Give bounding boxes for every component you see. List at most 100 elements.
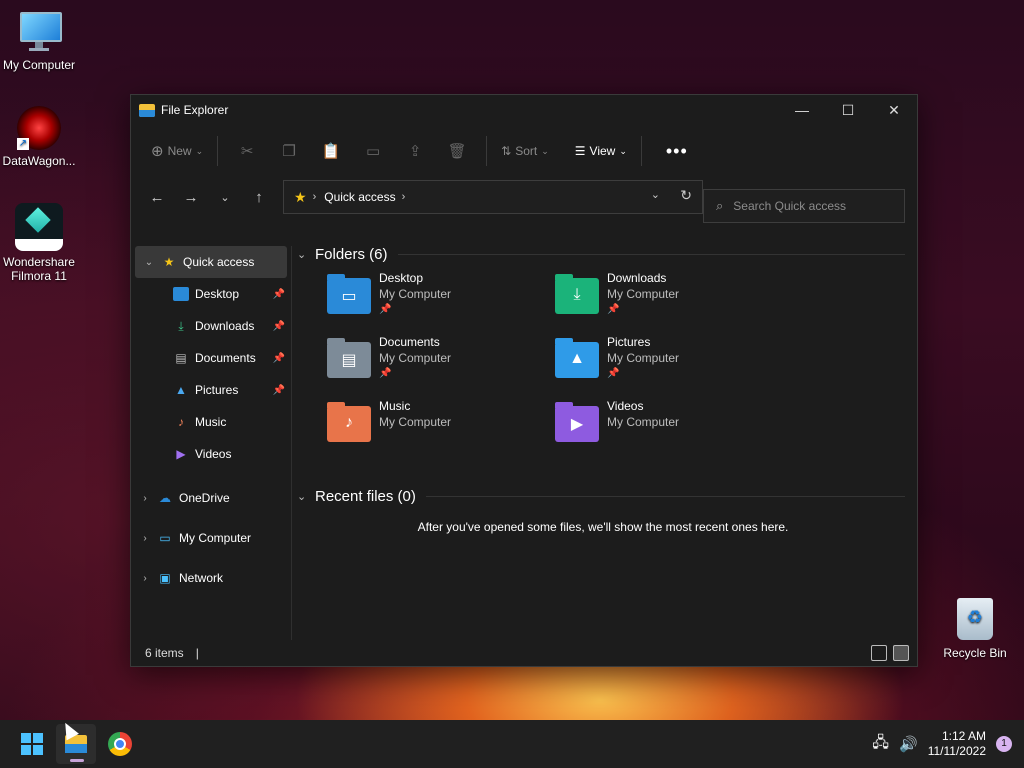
chevron-down-icon: ⌄ (195, 145, 204, 156)
chevron-down-icon[interactable]: ⌄ (297, 248, 315, 261)
pin-icon: 📌 (272, 288, 285, 300)
recent-heading: Recent files (0) (315, 487, 416, 505)
picture-icon: ▲ (175, 383, 187, 397)
pin-icon: 📌 (607, 368, 620, 379)
breadcrumb-quick-access[interactable]: Quick access (324, 190, 395, 204)
minimize-button[interactable]: — (779, 95, 825, 125)
sidebar-item-label: Network (179, 571, 224, 585)
maximize-button[interactable]: ☐ (825, 95, 871, 125)
sidebar-item-label: My Computer (179, 531, 252, 545)
desktop-icon-recycle-bin[interactable]: ♻ Recycle Bin (936, 598, 1014, 660)
folder-location: My Computer (607, 287, 680, 301)
cut-icon[interactable]: ✂ (234, 135, 260, 167)
folder-name: Documents (379, 335, 440, 349)
view-label: View (589, 144, 616, 158)
tiles-view-icon[interactable] (893, 645, 909, 661)
system-tray: 🖧 🔊 1:12 AM 11/11/2022 1 (872, 720, 1024, 768)
pictures-folder-icon: ▲ (555, 338, 599, 378)
delete-icon[interactable]: 🗑 (444, 135, 470, 167)
plus-circle-icon: ⊕ (151, 143, 164, 160)
folder-name: Downloads (607, 271, 667, 285)
taskbar-chrome[interactable] (100, 724, 140, 764)
back-arrow-icon[interactable]: ← (143, 181, 171, 213)
text-cursor: | (195, 646, 199, 660)
clock-date: 11/11/2022 (927, 744, 986, 758)
desktop-icon-my-computer[interactable]: My Computer (0, 10, 78, 72)
refresh-icon[interactable]: ↻ (680, 187, 692, 204)
sidebar-item-downloads[interactable]: ⤓ Downloads 📌 (131, 310, 291, 342)
item-count: 6 items (145, 646, 184, 660)
datawagon-icon: ↗ (17, 106, 61, 150)
command-bar: ⊕ New ⌄ ✂ ❐ 📋 ▭ ⇪ 🗑 ⇅ Sort ⌄ ☰ View ⌄ ••… (131, 125, 917, 177)
new-button[interactable]: ⊕ New ⌄ (145, 135, 209, 167)
folder-location: My Computer (607, 351, 680, 365)
folder-tile-pictures[interactable]: ▲ Pictures My Computer 📌 (555, 334, 775, 394)
paste-icon[interactable]: 📋 (318, 135, 344, 167)
sidebar-item-onedrive[interactable]: › ☁ OneDrive (131, 478, 291, 518)
chevron-down-icon[interactable]: ⌄ (651, 188, 660, 201)
sidebar-item-my-computer[interactable]: › ▭ My Computer (131, 518, 291, 558)
close-button[interactable]: ✕ (871, 95, 917, 125)
rename-icon[interactable]: ▭ (360, 135, 386, 167)
clock[interactable]: 1:12 AM 11/11/2022 (928, 729, 986, 759)
chevron-right-icon[interactable]: › (139, 493, 151, 504)
content-pane: ⌄ Folders (6) ▭ Desktop My Computer 📌 ⤓ Do… (293, 240, 913, 640)
sort-button[interactable]: ⇅ Sort ⌄ (495, 135, 555, 167)
folder-location: My Computer (379, 287, 452, 301)
chevron-right-icon[interactable]: › (139, 573, 151, 584)
view-button[interactable]: ☰ View ⌄ (569, 135, 633, 167)
sidebar-item-label: Quick access (183, 255, 255, 269)
sidebar-item-label: Desktop (195, 287, 240, 301)
desktop-icon-filmora[interactable]: Wondershare Filmora 11 (0, 203, 78, 283)
recent-locations-chevron-icon[interactable]: ⌄ (211, 181, 239, 213)
copy-icon[interactable]: ❐ (276, 135, 302, 167)
sidebar-item-quick-access[interactable]: ⌄ ★ Quick access (135, 246, 287, 278)
sidebar-item-desktop[interactable]: Desktop 📌 (131, 278, 291, 310)
forward-arrow-icon[interactable]: → (177, 181, 205, 213)
chevron-right-icon[interactable]: › (139, 533, 151, 544)
up-arrow-icon[interactable]: ↑ (245, 181, 273, 213)
navigation-pane: ⌄ ★ Quick access Desktop 📌 ⤓ Downloads 📌… (131, 246, 292, 640)
folder-tile-music[interactable]: ♪ Music My Computer (327, 398, 547, 458)
sidebar-item-pictures[interactable]: ▲ Pictures 📌 (131, 374, 291, 406)
notification-badge[interactable]: 1 (996, 736, 1012, 752)
monitor-icon (17, 10, 62, 54)
sidebar-item-label: Pictures (195, 383, 239, 397)
folder-tile-videos[interactable]: ▶ Videos My Computer (555, 398, 775, 458)
chevron-down-icon[interactable]: ⌄ (143, 257, 155, 268)
start-button[interactable] (12, 724, 52, 764)
cloud-icon: ☁ (159, 491, 171, 505)
sidebar-item-label: Documents (195, 351, 256, 365)
more-options-button[interactable]: ••• (660, 135, 694, 167)
sidebar-item-label: OneDrive (179, 491, 230, 505)
music-icon: ♪ (178, 415, 184, 429)
folder-tile-desktop[interactable]: ▭ Desktop My Computer 📌 (327, 270, 547, 330)
sidebar-item-network[interactable]: › ▣ Network (131, 558, 291, 598)
chevron-down-icon: ⌄ (541, 145, 549, 156)
folders-section-header[interactable]: ⌄ Folders (6) (293, 240, 913, 268)
folder-tile-downloads[interactable]: ⤓ Downloads My Computer 📌 (555, 270, 775, 330)
details-view-icon[interactable] (871, 645, 887, 661)
recent-files-section-header[interactable]: ⌄ Recent files (0) (293, 482, 913, 510)
search-input[interactable]: ⌕ Search Quick access (703, 189, 905, 223)
recent-files-empty-message: After you've opened some files, we'll sh… (417, 520, 789, 534)
network-icon[interactable]: 🖧 (872, 732, 889, 757)
pin-icon: 📌 (379, 368, 392, 379)
sidebar-item-music[interactable]: ♪ Music (131, 406, 291, 438)
chevron-right-icon[interactable]: › (402, 191, 406, 203)
volume-icon[interactable]: 🔊 (899, 735, 918, 753)
desktop-icon-datawagon[interactable]: ↗ DataWagon... (0, 106, 78, 168)
chevron-down-icon[interactable]: ⌄ (297, 490, 315, 503)
chevron-right-icon: › (312, 191, 317, 203)
sidebar-item-documents[interactable]: ▤ Documents 📌 (131, 342, 291, 374)
star-icon: ★ (294, 188, 307, 205)
share-icon[interactable]: ⇪ (402, 135, 428, 167)
network-icon: ▣ (159, 571, 171, 585)
new-label: New (167, 144, 192, 158)
folder-tile-documents[interactable]: ▤ Documents My Computer 📌 (327, 334, 547, 394)
address-bar[interactable]: ★ › Quick access › ⌄ ↻ (283, 180, 703, 214)
sidebar-item-videos[interactable]: ▶ Videos (131, 438, 291, 470)
folder-name: Videos (607, 399, 644, 413)
pin-icon: 📌 (272, 384, 285, 396)
title-bar[interactable]: File Explorer — ☐ ✕ (131, 95, 917, 125)
